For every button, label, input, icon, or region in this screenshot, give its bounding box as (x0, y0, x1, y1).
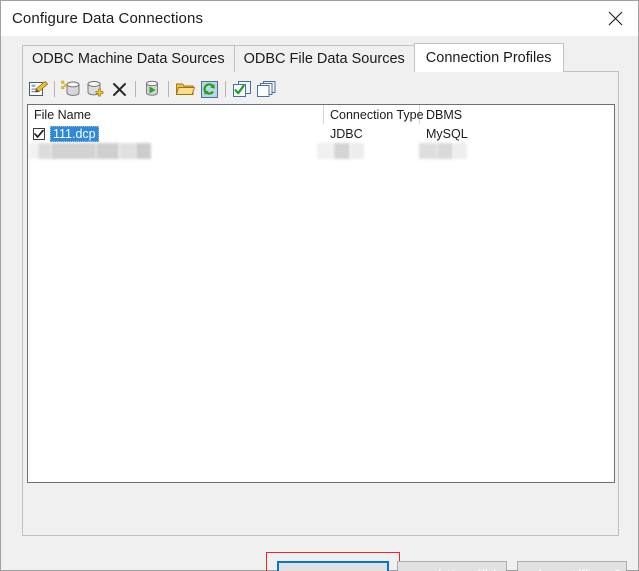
tab-label: ODBC Machine Data Sources (32, 51, 225, 67)
copy-icon (256, 80, 276, 98)
table-row[interactable]: 111.dcp JDBC MySQL (28, 124, 614, 143)
add-database-button[interactable] (83, 77, 107, 101)
dialog-footer: 确定 取消 帮助 (1, 541, 639, 571)
cancel-button[interactable]: 取消 (397, 561, 507, 571)
tab-odbc-file-data-sources[interactable]: ODBC File Data Sources (233, 45, 415, 72)
refresh-button[interactable] (197, 77, 221, 101)
tab-strip: ODBC Machine Data Sources ODBC File Data… (22, 43, 564, 72)
table-row[interactable] (28, 143, 614, 159)
tab-odbc-machine-data-sources[interactable]: ODBC Machine Data Sources (22, 45, 235, 72)
tab-label: Connection Profiles (425, 50, 552, 66)
redacted-block (334, 143, 350, 159)
redacted-block (51, 143, 96, 159)
delete-button[interactable] (107, 77, 131, 101)
redacted-block (28, 143, 38, 159)
toolbar-separator (54, 81, 55, 97)
edit-profile-icon (28, 80, 48, 98)
redacted-block (96, 143, 119, 159)
edit-profile-button[interactable] (26, 77, 50, 101)
toolbar-separator (225, 81, 226, 97)
delete-x-icon (112, 82, 127, 97)
cell-connection-type: JDBC (330, 126, 363, 141)
tab-label: ODBC File Data Sources (243, 51, 405, 67)
copy-button[interactable] (254, 77, 278, 101)
column-label: File Name (34, 107, 91, 122)
cell-dbms: MySQL (426, 126, 468, 141)
redacted-block (38, 143, 51, 159)
refresh-icon (200, 80, 218, 98)
close-button[interactable] (592, 1, 638, 35)
toolbar-separator (135, 81, 136, 97)
connect-database-button[interactable] (140, 77, 164, 101)
close-icon (608, 11, 623, 26)
redacted-block (453, 143, 467, 159)
column-header-dbms[interactable]: DBMS (420, 105, 614, 124)
redacted-block (350, 143, 364, 159)
run-database-icon (144, 80, 161, 98)
cell-file-name: 111.dcp (28, 124, 324, 143)
column-label: Connection Type (330, 107, 424, 122)
toolbar (26, 76, 278, 102)
column-header-connection-type[interactable]: Connection Type (324, 105, 424, 124)
redacted-block (317, 143, 334, 159)
redacted-block (136, 143, 151, 159)
list-header-row: File Name Connection Type DBMS (28, 105, 614, 124)
add-database-icon (85, 80, 105, 98)
help-button[interactable]: 帮助 (517, 561, 627, 571)
toolbar-separator (168, 81, 169, 97)
column-header-file-name[interactable]: File Name (28, 105, 324, 124)
column-label: DBMS (426, 107, 463, 122)
row-checkbox[interactable] (33, 127, 45, 140)
open-folder-icon (175, 81, 195, 97)
profiles-list[interactable]: File Name Connection Type DBMS 111.dcp J… (27, 104, 615, 483)
select-all-button[interactable] (230, 77, 254, 101)
open-button[interactable] (173, 77, 197, 101)
tab-panel-connection-profiles: File Name Connection Type DBMS 111.dcp J… (22, 71, 619, 536)
redacted-block (437, 143, 453, 159)
new-database-icon (61, 80, 81, 98)
title-bar: Configure Data Connections (1, 1, 638, 36)
window-title: Configure Data Connections (12, 9, 204, 27)
new-database-button[interactable] (59, 77, 83, 101)
dialog-client-area: ODBC Machine Data Sources ODBC File Data… (1, 36, 639, 571)
redacted-block (419, 143, 437, 159)
ok-button[interactable]: 确定 (277, 561, 389, 571)
file-name-label: 111.dcp (50, 125, 99, 142)
redacted-block (119, 143, 136, 159)
check-all-icon (232, 80, 252, 98)
tab-connection-profiles[interactable]: Connection Profiles (413, 43, 564, 72)
dialog-window: Configure Data Connections ODBC Machine … (0, 0, 639, 571)
